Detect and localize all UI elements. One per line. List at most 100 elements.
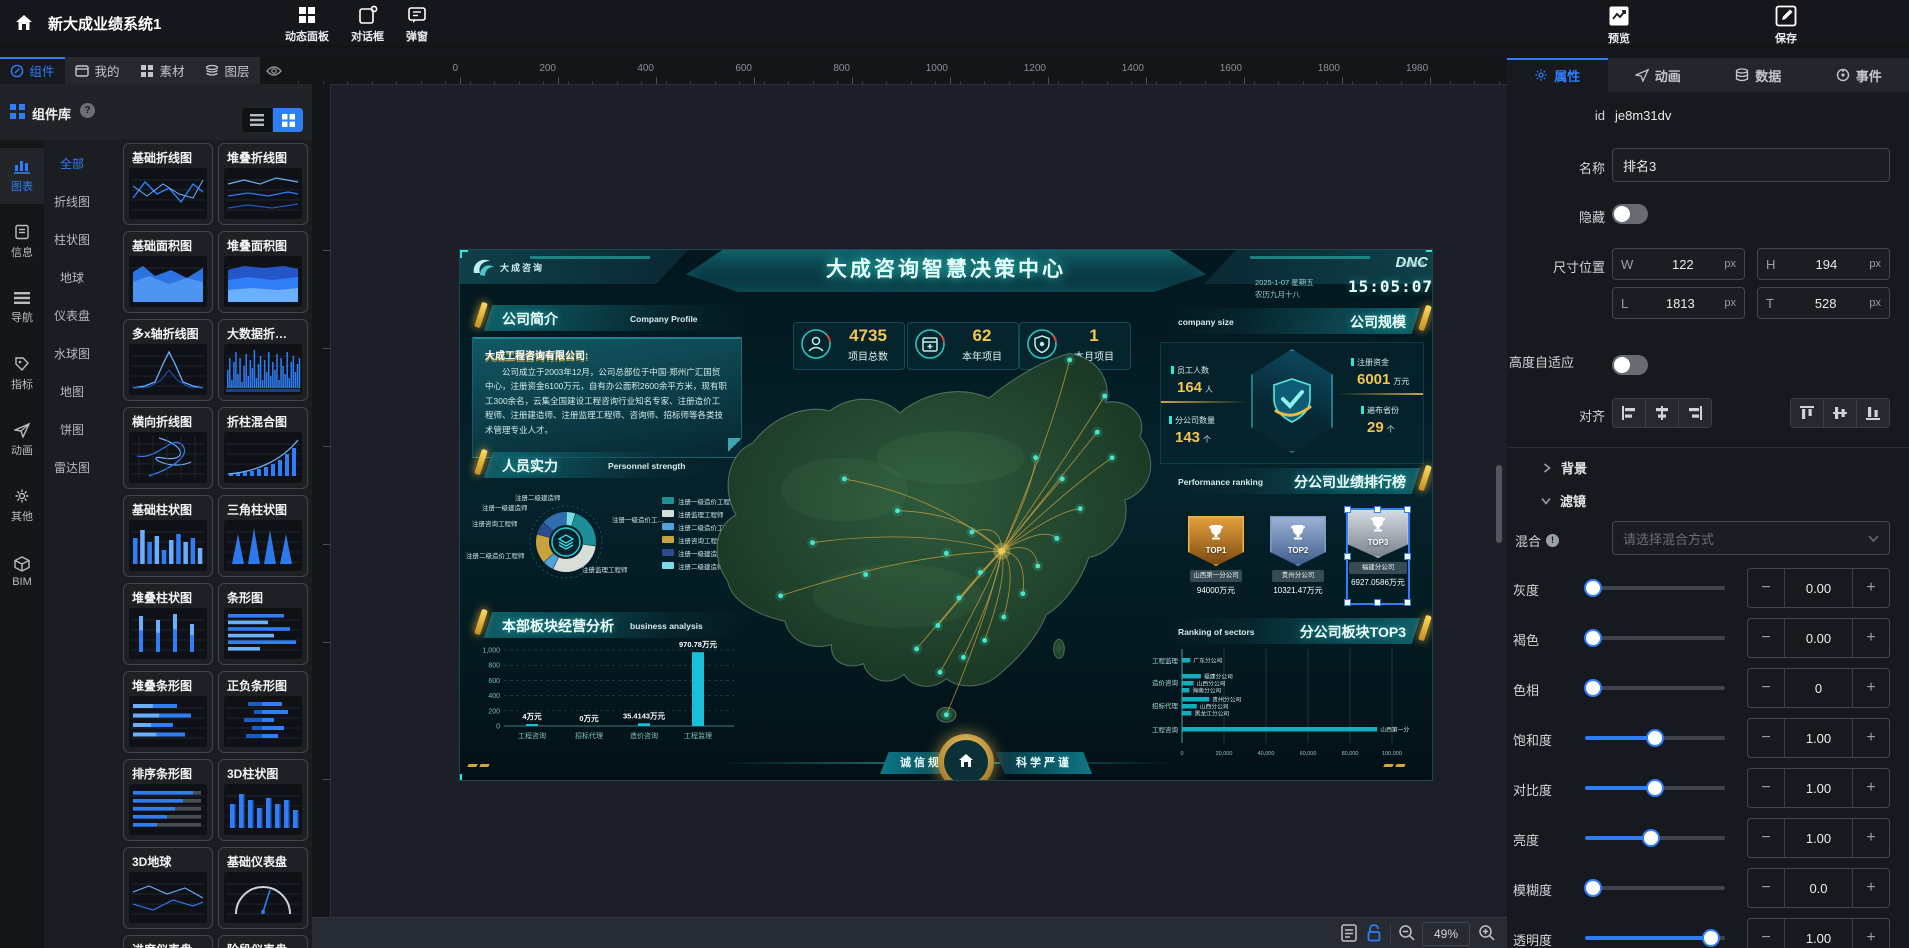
selection-handle[interactable] [1374,599,1381,606]
page-icon[interactable] [1341,924,1357,942]
rail-item-导航[interactable]: 导航 [0,280,44,336]
category-仪表盘[interactable]: 仪表盘 [44,296,100,334]
slider-track-色相[interactable] [1585,686,1725,690]
rail-item-其他[interactable]: 其他 [0,478,44,534]
panel-tab-数据[interactable]: 数据 [1708,58,1809,92]
home-button[interactable] [10,10,38,36]
component-card-3D柱状图[interactable]: 3D柱状图 [218,759,308,841]
selection-handle[interactable] [1404,599,1411,606]
toolbar-dynamic-panel[interactable]: 动态面板 [285,5,329,44]
decrease-button[interactable]: − [1748,919,1785,948]
selection-box[interactable] [1346,508,1410,605]
help-icon[interactable]: ? [80,103,95,118]
decrease-button[interactable]: − [1748,819,1785,857]
top-input[interactable]: T528px [1757,287,1890,319]
left-input[interactable]: L1813px [1612,287,1745,319]
rail-item-动画[interactable]: 动画 [0,412,44,468]
slider-thumb-对比度[interactable] [1646,779,1664,797]
width-input[interactable]: W122px [1612,248,1745,280]
slider-track-模糊度[interactable] [1585,886,1725,890]
hide-toggle[interactable] [1612,204,1648,224]
increase-button[interactable]: + [1853,619,1889,657]
slider-track-褐色[interactable] [1585,636,1725,640]
category-全部[interactable]: 全部 [44,144,100,182]
component-card-正负条形图[interactable]: 正负条形图 [218,671,308,753]
component-card-基础折线图[interactable]: 基础折线图 [123,143,213,225]
component-card-折柱混合图[interactable]: 折柱混合图 [218,407,308,489]
align-center-h-button[interactable] [1646,399,1679,427]
slider-thumb-亮度[interactable] [1642,829,1660,847]
preview-button[interactable]: 预览 [1608,5,1630,46]
ranking-card-TOP1[interactable]: TOP1山西第一分公司94000万元 [1188,516,1244,612]
rail-item-图表[interactable]: 图表 [0,148,44,204]
slider-thumb-透明度[interactable] [1702,929,1720,947]
align-top-button[interactable] [1791,399,1824,427]
rail-item-指标[interactable]: 指标 [0,346,44,402]
filter-section-header[interactable]: 滤镜 [1541,491,1586,510]
panel-tab-动画[interactable]: 动画 [1608,58,1709,92]
slider-thumb-色相[interactable] [1584,679,1602,697]
component-card-进度仪表盘[interactable]: 进度仪表盘 [123,935,213,948]
component-card-堆叠柱状图[interactable]: 堆叠柱状图 [123,583,213,665]
component-card-堆叠条形图[interactable]: 堆叠条形图 [123,671,213,753]
increase-button[interactable]: + [1853,919,1889,948]
category-地图[interactable]: 地图 [44,372,100,410]
component-card-堆叠折线图[interactable]: 堆叠折线图 [218,143,308,225]
zoom-in-icon[interactable] [1478,924,1496,942]
decrease-button[interactable]: − [1748,669,1785,707]
name-input[interactable]: 排名3 [1612,148,1890,182]
selection-handle[interactable] [1404,553,1411,560]
increase-button[interactable]: + [1853,669,1889,707]
align-right-button[interactable] [1679,399,1711,427]
category-水球图[interactable]: 水球图 [44,334,100,372]
slider-thumb-饱和度[interactable] [1646,729,1664,747]
toolbar-popup[interactable]: 弹窗 [406,5,428,44]
align-left-button[interactable] [1613,399,1646,427]
selection-handle[interactable] [1404,506,1411,513]
component-card-阶段仪表盘[interactable]: 阶段仪表盘 [218,935,308,948]
decrease-button[interactable]: − [1748,719,1785,757]
increase-button[interactable]: + [1853,569,1889,607]
zoom-out-icon[interactable] [1398,924,1416,942]
align-bottom-button[interactable] [1857,399,1889,427]
category-雷达图[interactable]: 雷达图 [44,448,100,486]
align-middle-v-button[interactable] [1824,399,1857,427]
selection-handle[interactable] [1374,506,1381,513]
decrease-button[interactable]: − [1748,569,1785,607]
component-card-基础面积图[interactable]: 基础面积图 [123,231,213,313]
decrease-button[interactable]: − [1748,869,1785,907]
zoom-level[interactable]: 49% [1422,922,1470,946]
slider-thumb-灰度[interactable] [1584,579,1602,597]
decrease-button[interactable]: − [1748,769,1785,807]
selection-handle[interactable] [1344,599,1351,606]
selection-handle[interactable] [1344,506,1351,513]
increase-button[interactable]: + [1853,769,1889,807]
tab-素材[interactable]: 素材 [130,57,195,84]
component-card-3D地球[interactable]: 3D地球 [123,847,213,929]
tab-组件[interactable]: 组件 [0,57,65,84]
component-card-基础柱状图[interactable]: 基础柱状图 [123,495,213,577]
rail-item-信息[interactable]: 信息 [0,214,44,270]
tab-图层[interactable]: 图层 [195,57,260,84]
increase-button[interactable]: + [1853,719,1889,757]
autofit-toggle[interactable] [1612,355,1648,375]
component-card-横向折线图[interactable]: 横向折线图 [123,407,213,489]
selection-handle[interactable] [1344,553,1351,560]
component-card-基础仪表盘[interactable]: 基础仪表盘 [218,847,308,929]
unlock-icon[interactable] [1366,924,1382,942]
tab-我的[interactable]: 我的 [65,57,130,84]
category-地球[interactable]: 地球 [44,258,100,296]
category-折线图[interactable]: 折线图 [44,182,100,220]
component-card-大数据折…[interactable]: 大数据折… [218,319,308,401]
component-card-堆叠面积图[interactable]: 堆叠面积图 [218,231,308,313]
slider-track-灰度[interactable] [1585,586,1725,590]
rail-item-BIM[interactable]: BIM [0,544,44,600]
increase-button[interactable]: + [1853,819,1889,857]
panel-tab-属性[interactable]: 属性 [1507,58,1608,92]
slider-thumb-模糊度[interactable] [1584,879,1602,897]
increase-button[interactable]: + [1853,869,1889,907]
category-饼图[interactable]: 饼图 [44,410,100,448]
save-button[interactable]: 保存 [1775,5,1797,46]
blend-select[interactable]: 请选择混合方式 [1612,521,1890,555]
category-柱状图[interactable]: 柱状图 [44,220,100,258]
